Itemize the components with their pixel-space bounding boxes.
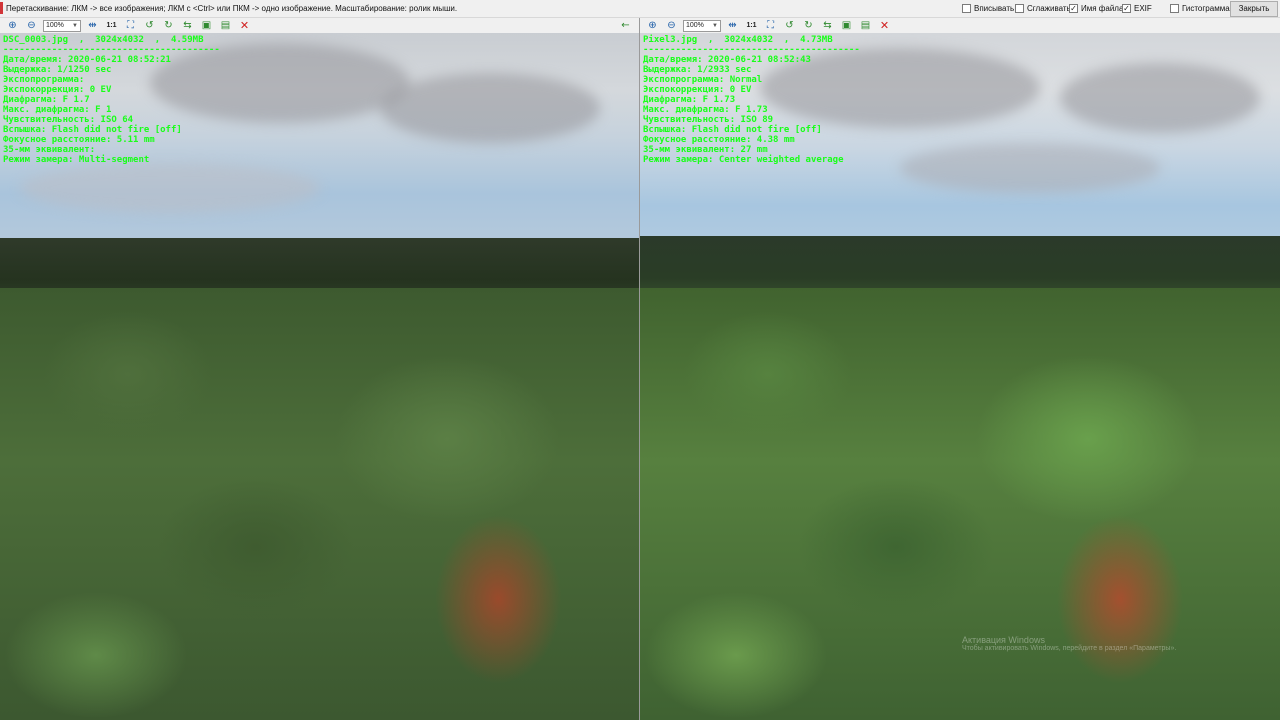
image-pane-right[interactable]: ⊕ ⊖ 100% ▼ ⇹ 1:1 ⛶ ↺ ↻ ⇆ ▣ ▤ ✕ Pixel3.jp… [640,18,1280,720]
exif-line: Фокусное расстояние: 4.38 mm [643,135,795,145]
zoom-value: 100% [46,22,64,29]
save-icon[interactable]: ▣ [837,19,856,33]
file-info: DSC_0003.jpg , 3024x4032 , 4.59MB [3,35,204,45]
app-icon [0,2,3,14]
arrow-left-icon[interactable]: ← [616,18,635,32]
rotate-left-icon[interactable]: ↺ [140,19,159,33]
fit-checkbox[interactable] [962,4,971,13]
exif-line: Дата/время: 2020-06-21 08:52:21 [3,55,171,65]
flip-horizontal-icon[interactable]: ⇆ [178,19,197,33]
exif-overlay-right: Pixel3.jpg , 3024x4032 , 4.73MB ---------… [643,35,860,165]
option-filename[interactable]: ✓ Имя файла [1069,4,1123,13]
exif-label: EXIF [1134,4,1152,13]
file-info: Pixel3.jpg , 3024x4032 , 4.73MB [643,35,833,45]
option-fit[interactable]: Вписывать [962,4,1014,13]
exif-line: Выдержка: 1/2933 sec [643,65,752,75]
actual-size-button[interactable]: 1:1 [742,19,761,33]
fit-window-icon[interactable]: ⛶ [121,19,140,33]
separator: ---------------------------------------- [643,45,860,55]
top-bar: Перетаскивание: ЛКМ -> все изображения; … [0,0,1280,18]
option-exif[interactable]: ✓ EXIF [1122,4,1152,13]
filename-label: Имя файла [1081,4,1124,13]
chevron-down-icon: ▼ [72,22,78,29]
zoom-in-icon[interactable]: ⊕ [643,19,662,33]
exif-line: Экспокоррекция: 0 EV [643,85,752,95]
exif-line: Режим замера: Center weighted average [643,155,844,165]
filename-checkbox[interactable]: ✓ [1069,4,1078,13]
exif-line: Диафрагма: F 1.7 [3,95,90,105]
histogram-label: Гистограмма [1182,4,1230,13]
exif-line: Вспышка: Flash did not fire [off] [643,125,822,135]
zoom-select[interactable]: 100% ▼ [683,19,721,32]
exif-checkbox[interactable]: ✓ [1122,4,1131,13]
smooth-checkbox[interactable] [1015,4,1024,13]
zoom-value: 100% [686,22,704,29]
exif-line: Диафрагма: F 1.73 [643,95,736,105]
exif-line: Вспышка: Flash did not fire [off] [3,125,182,135]
zoom-out-icon[interactable]: ⊖ [662,19,681,33]
exif-line: Макс. диафрагма: F 1 [3,105,112,115]
chevron-down-icon: ▼ [712,22,718,29]
exif-line: Дата/время: 2020-06-21 08:52:43 [643,55,811,65]
exif-line: Чувствительность: ISO 64 [3,115,134,125]
actual-size-button[interactable]: 1:1 [102,19,121,33]
histogram-checkbox[interactable] [1170,4,1179,13]
usage-hint: Перетаскивание: ЛКМ -> все изображения; … [6,4,458,13]
rotate-right-icon[interactable]: ↻ [799,19,818,33]
fit-width-icon[interactable]: ⇹ [83,19,102,33]
fit-width-icon[interactable]: ⇹ [723,19,742,33]
rotate-right-icon[interactable]: ↻ [159,19,178,33]
save-icon[interactable]: ▣ [197,19,216,33]
exif-line: Макс. диафрагма: F 1.73 [643,105,768,115]
smooth-label: Сглаживать [1027,4,1071,13]
open-icon[interactable]: ▤ [856,19,875,33]
exif-line: 35-мм эквивалент: [3,145,96,155]
exif-line: Экспопрограмма: [3,75,85,85]
image-pane-left[interactable]: ⊕ ⊖ 100% ▼ ⇹ 1:1 ⛶ ↺ ↻ ⇆ ▣ ▤ ✕ ← DSC_000… [0,18,639,720]
rotate-left-icon[interactable]: ↺ [780,19,799,33]
option-histogram[interactable]: Гистограмма [1170,4,1230,13]
exif-line: Режим замера: Multi-segment [3,155,150,165]
fit-label: Вписывать [974,4,1015,13]
pane-toolbar-right: ⊕ ⊖ 100% ▼ ⇹ 1:1 ⛶ ↺ ↻ ⇆ ▣ ▤ ✕ [640,18,1280,33]
close-icon[interactable]: ✕ [235,19,254,33]
windows-activation-watermark: Активация Windows Чтобы активировать Win… [962,635,1176,652]
exif-overlay-left: DSC_0003.jpg , 3024x4032 , 4.59MB -------… [3,35,220,165]
exif-line: Экспокоррекция: 0 EV [3,85,112,95]
close-icon[interactable]: ✕ [875,19,894,33]
watermark-title: Активация Windows [962,635,1045,645]
exif-line: Чувствительность: ISO 89 [643,115,774,125]
fit-window-icon[interactable]: ⛶ [761,19,780,33]
exif-line: Фокусное расстояние: 5.11 mm [3,135,155,145]
zoom-select[interactable]: 100% ▼ [43,19,81,32]
close-button[interactable]: Закрыть [1230,1,1278,17]
exif-line: Экспопрограмма: Normal [643,75,763,85]
watermark-subtitle: Чтобы активировать Windows, перейдите в … [962,645,1177,652]
pane-toolbar-left: ⊕ ⊖ 100% ▼ ⇹ 1:1 ⛶ ↺ ↻ ⇆ ▣ ▤ ✕ ← [0,18,639,33]
option-smooth[interactable]: Сглаживать [1015,4,1071,13]
zoom-in-icon[interactable]: ⊕ [3,19,22,33]
open-icon[interactable]: ▤ [216,19,235,33]
exif-line: 35-мм эквивалент: 27 mm [643,145,768,155]
exif-line: Выдержка: 1/1250 sec [3,65,112,75]
zoom-out-icon[interactable]: ⊖ [22,19,41,33]
flip-horizontal-icon[interactable]: ⇆ [818,19,837,33]
separator: ---------------------------------------- [3,45,220,55]
